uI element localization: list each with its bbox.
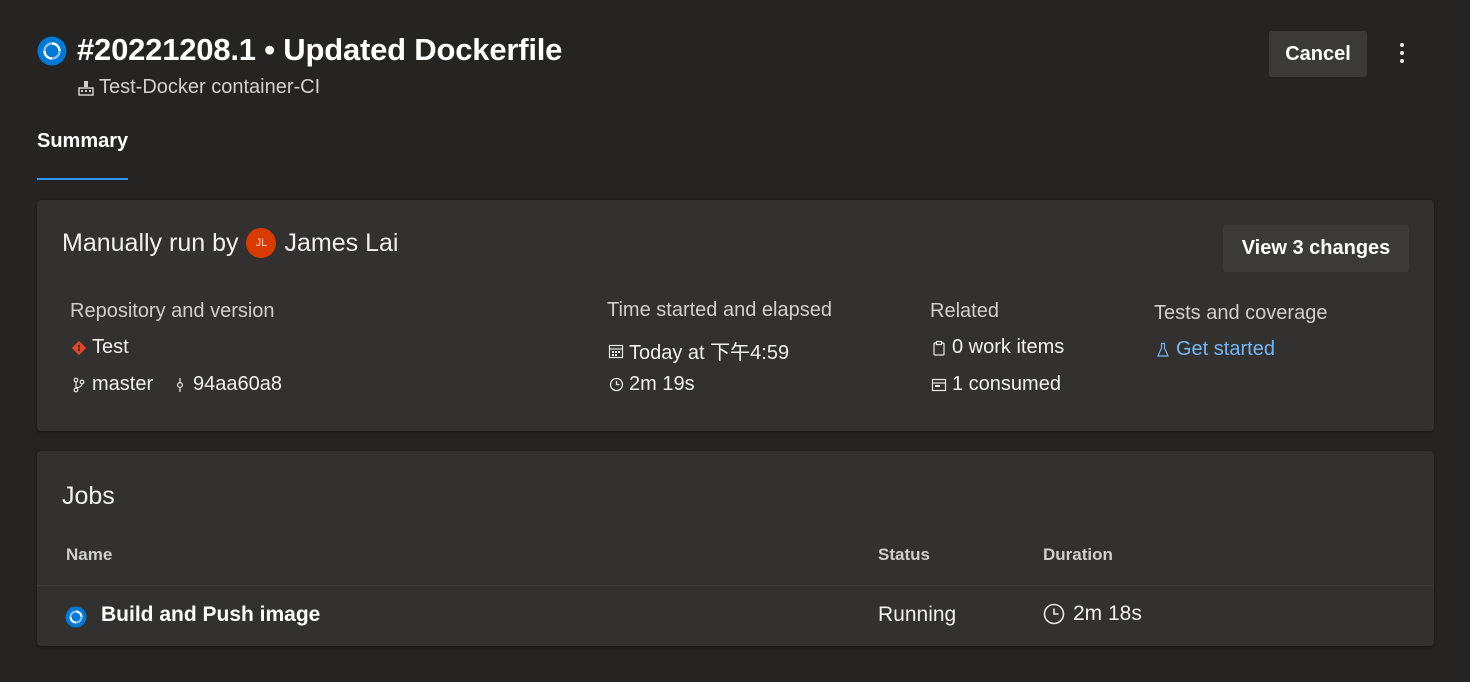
clock-icon [1043,603,1065,625]
run-by: Manually run by JL James Lai [62,228,398,258]
jobs-card: Jobs Name Status Duration Build and Push… [37,451,1434,646]
view-changes-button[interactable]: View 3 changes [1223,225,1409,272]
tab-summary[interactable]: Summary [37,130,129,180]
tab-active-indicator [37,178,129,180]
pipeline-link[interactable]: Test-Docker container-CI [77,76,320,99]
page-header: #20221208.1 • Updated Dockerfile Test-Do… [37,30,1434,110]
commit-icon [171,376,189,394]
tab-label: Summary [37,130,129,152]
branch-icon [70,376,88,394]
repository-header: Repository and version [70,300,275,322]
commit-link[interactable]: 94aa60a8 [171,373,282,396]
running-status-icon [37,36,67,66]
table-row[interactable]: Build and Push image Running 2m 18s [37,585,1434,646]
tests-header: Tests and coverage [1154,302,1328,324]
calendar-icon [607,342,625,360]
work-items-count: 0 work items [952,336,1065,358]
pipeline-name: Test-Docker container-CI [99,76,321,98]
page-title: #20221208.1 • Updated Dockerfile [77,32,563,67]
get-started-label: Get started [1176,338,1275,360]
job-name: Build and Push image [101,603,321,626]
job-duration: 2m 18s [1043,602,1142,626]
commit-id: 94aa60a8 [193,373,282,395]
related-header: Related [930,300,999,322]
time-elapsed-value: 2m 19s [629,373,695,395]
column-header-duration: Duration [1043,545,1113,564]
time-elapsed: 2m 19s [607,373,695,396]
clock-icon [607,376,625,394]
avatar: JL [246,228,277,258]
user-name: James Lai [284,228,399,257]
cancel-button[interactable]: Cancel [1269,31,1367,77]
consumed-link[interactable]: 1 consumed [930,373,1061,396]
pipeline-icon [77,79,95,97]
consumed-count: 1 consumed [952,373,1061,395]
run-by-prefix: Manually run by [62,228,239,257]
job-status: Running [878,603,957,626]
branch-link[interactable]: master [70,373,153,396]
flask-icon [1154,341,1172,359]
jobs-title: Jobs [62,482,115,510]
more-options-icon[interactable] [1390,38,1414,68]
time-header: Time started and elapsed [607,299,832,321]
work-item-icon [930,339,948,357]
get-started-link[interactable]: Get started [1154,338,1275,361]
repo-name: Test [92,336,129,358]
column-header-status: Status [878,545,930,564]
repo-link[interactable]: Test [70,336,129,359]
time-started: Today at 下午4:59 [607,336,789,365]
time-started-value: Today at 下午4:59 [629,342,790,364]
artifact-icon [930,376,948,394]
job-duration-value: 2m 18s [1073,602,1142,625]
git-repo-icon [70,339,88,357]
branch-name: master [92,373,154,395]
running-status-icon [65,606,87,628]
column-header-name: Name [66,545,113,564]
work-items-link[interactable]: 0 work items [930,336,1064,359]
run-summary-card: Manually run by JL James Lai View 3 chan… [37,200,1434,431]
